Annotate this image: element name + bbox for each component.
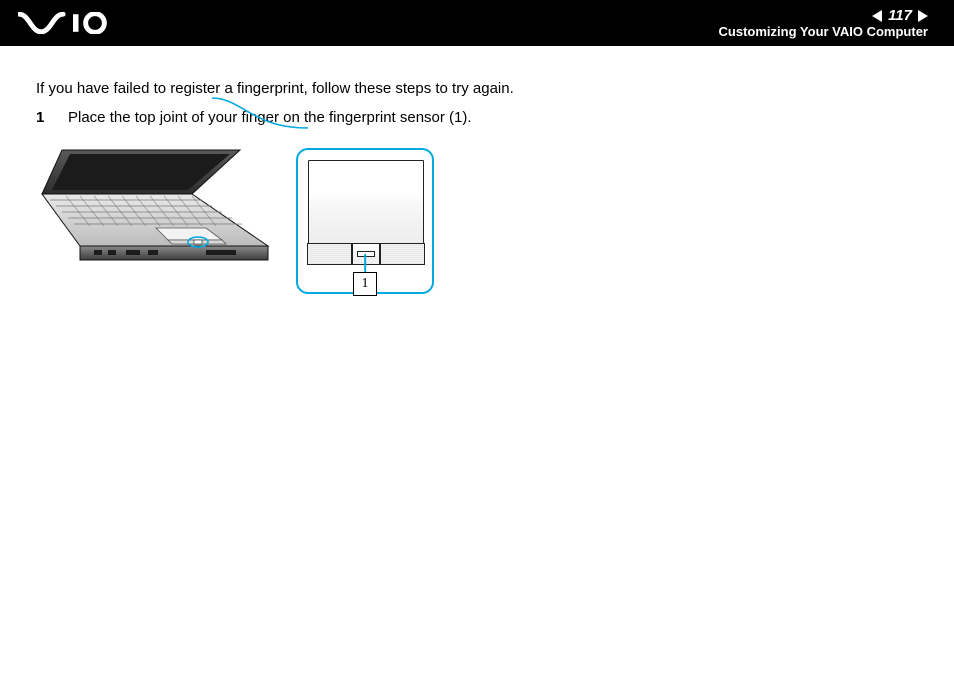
intro-text: If you have failed to register a fingerp… [36,80,918,97]
vaio-logo [18,9,128,37]
section-title: Customizing Your VAIO Computer [719,24,928,39]
figure: 1 [36,148,918,300]
callout-box: 1 [296,148,434,294]
fingerprint-sensor [352,243,380,265]
page-number: 117 [888,7,912,24]
trackpad-buttons [307,243,424,265]
callout: 1 [296,148,434,294]
page-content: If you have failed to register a fingerp… [0,46,954,300]
fingerprint-slot-icon [357,251,375,257]
callout-label: 1 [353,272,377,296]
page-header: 117 Customizing Your VAIO Computer [0,0,954,46]
step-row: 1 Place the top joint of your finger on … [36,109,918,126]
header-right: 117 Customizing Your VAIO Computer [719,7,928,39]
prev-page-arrow-icon[interactable] [872,10,882,22]
step-text: Place the top joint of your finger on th… [68,109,472,126]
left-mouse-button [307,243,352,265]
trackpad-illustration [308,160,424,244]
page-nav: 117 [872,7,928,24]
callout-leader-line [364,254,366,272]
next-page-arrow-icon[interactable] [918,10,928,22]
manual-page: 117 Customizing Your VAIO Computer If yo… [0,0,954,674]
step-number: 1 [36,109,50,126]
right-mouse-button [380,243,425,265]
laptop-illustration [36,148,274,300]
